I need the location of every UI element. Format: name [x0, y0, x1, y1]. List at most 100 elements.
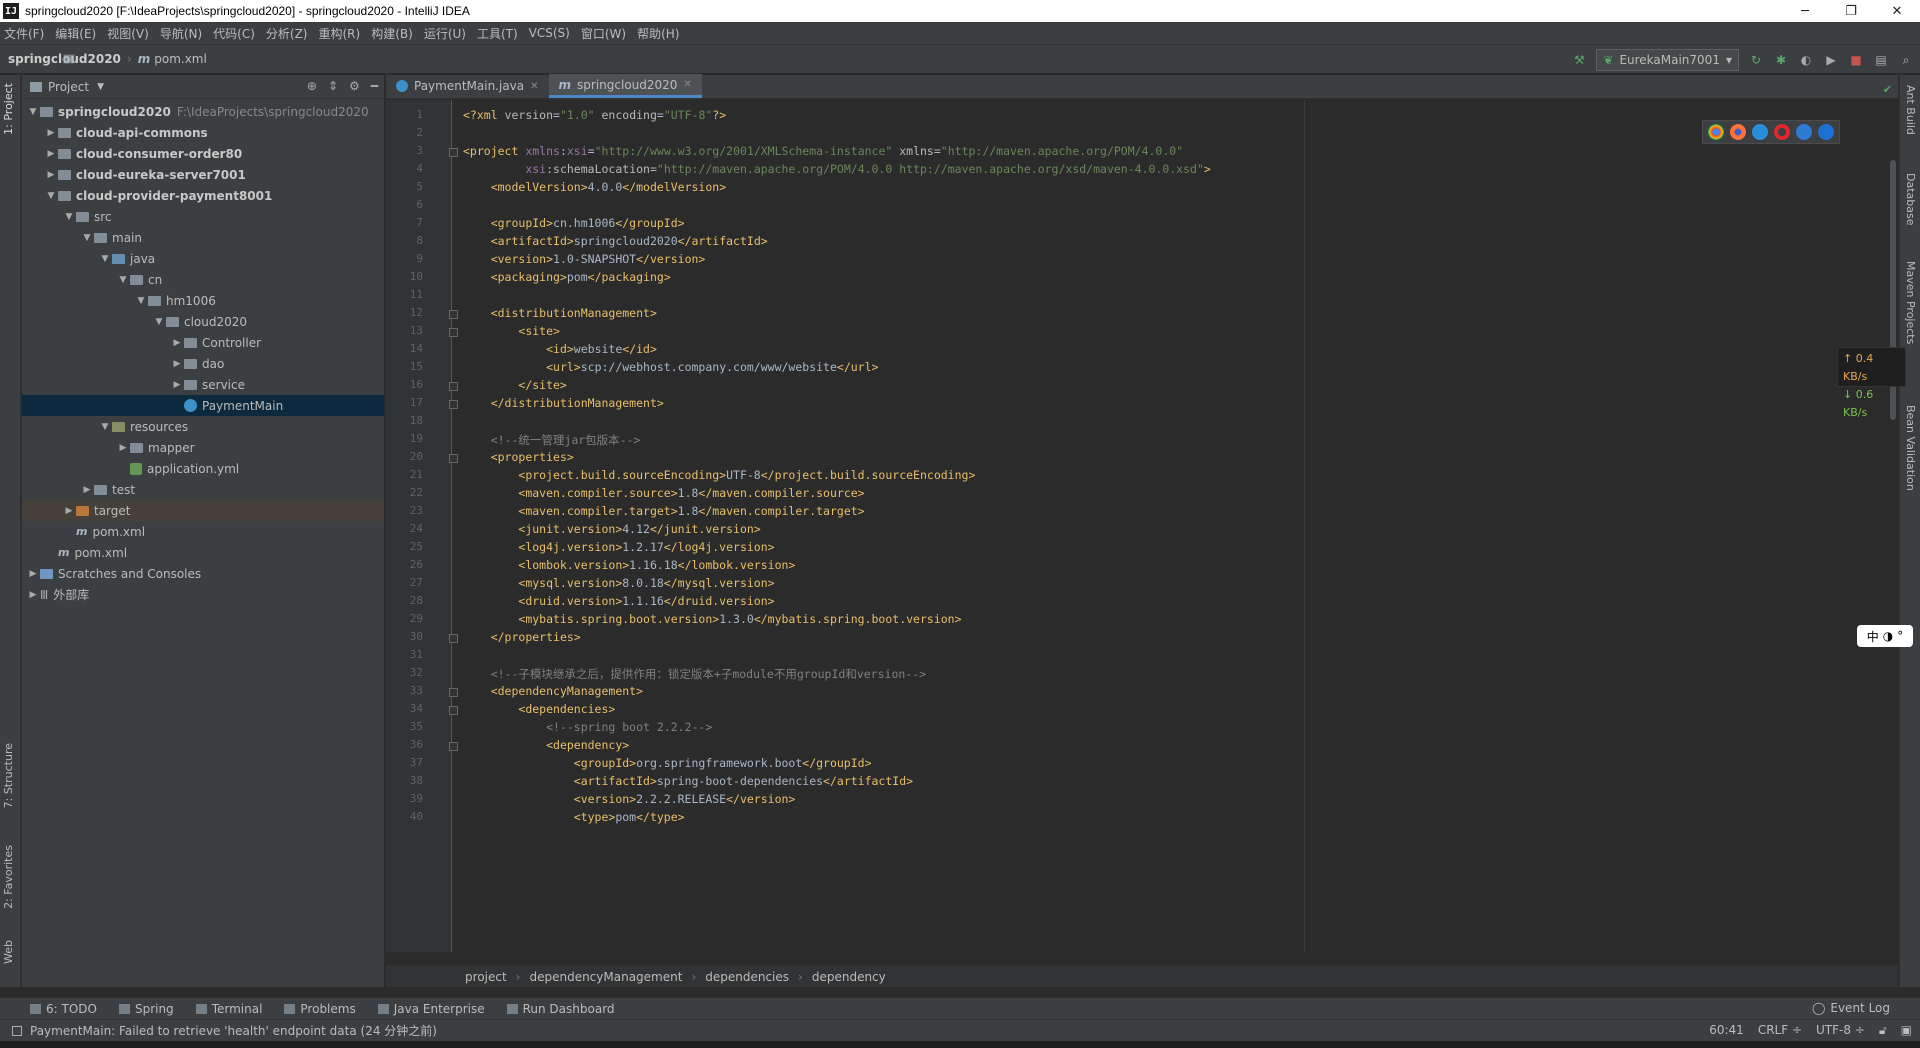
collapsed-arrow-icon[interactable]: ▶ — [170, 380, 184, 390]
project-structure-icon[interactable]: ▤ — [1873, 52, 1889, 68]
tool-window-button[interactable]: Problems — [284, 1002, 356, 1016]
tab-favorites[interactable]: 2: Favorites — [2, 845, 15, 909]
fold-marker-icon[interactable] — [449, 400, 458, 409]
menu-item[interactable]: 工具(T) — [477, 25, 518, 42]
close-icon[interactable]: ✕ — [1874, 0, 1920, 22]
editor-tab[interactable]: m springcloud2020 ✕ — [548, 74, 702, 98]
hide-icon[interactable]: ━ — [371, 79, 378, 93]
breadcrumb-item[interactable]: dependencies — [705, 970, 789, 984]
code-view[interactable]: <?xml version="1.0" encoding="UTF-8"?> <p… — [463, 100, 1863, 952]
tree-item[interactable]: ▶ cloud-consumer-order80 — [22, 143, 384, 164]
collapsed-arrow-icon[interactable]: ▶ — [80, 485, 94, 495]
menu-item[interactable]: 文件(F) — [4, 25, 44, 42]
tab-maven-projects[interactable]: Maven Projects — [1904, 261, 1917, 344]
tree-item[interactable]: ▶ Scratches and Consoles — [22, 563, 384, 584]
stop-icon[interactable]: ■ — [1848, 52, 1864, 68]
collapsed-arrow-icon[interactable]: ▶ — [44, 128, 58, 138]
file-encoding[interactable]: UTF-8 ÷ — [1816, 1023, 1865, 1038]
breadcrumb-item[interactable]: project — [465, 970, 507, 984]
collapsed-arrow-icon[interactable]: ▶ — [116, 443, 130, 453]
collapsed-arrow-icon[interactable]: ▶ — [44, 149, 58, 159]
tree-item[interactable]: ▼ resources — [22, 416, 384, 437]
caret-position[interactable]: 60:41 — [1709, 1023, 1744, 1038]
editor-tab[interactable]: PaymentMain.java ✕ — [386, 74, 549, 98]
run-coverage-icon[interactable]: ◐ — [1798, 52, 1814, 68]
collapsed-arrow-icon[interactable]: ▶ — [26, 569, 40, 579]
ie-icon[interactable] — [1796, 124, 1812, 140]
close-tab-icon[interactable]: ✕ — [683, 79, 691, 90]
close-tab-icon[interactable]: ✕ — [530, 81, 538, 92]
project-panel-title[interactable]: Project — [48, 80, 89, 94]
fold-marker-icon[interactable] — [449, 742, 458, 751]
tree-item[interactable]: ▶ mapper — [22, 437, 384, 458]
rerun-icon[interactable]: ↻ — [1748, 52, 1764, 68]
nav-file[interactable]: pom.xml — [154, 52, 207, 66]
tab-project[interactable]: 1: Project — [2, 83, 15, 135]
tree-item[interactable]: ▼ java — [22, 248, 384, 269]
opera-icon[interactable] — [1774, 124, 1790, 140]
minimize-icon[interactable]: ─ — [1782, 0, 1828, 22]
tree-item[interactable]: m pom.xml — [22, 521, 384, 542]
locate-icon[interactable]: ⊕ — [307, 79, 317, 93]
menu-item[interactable]: 导航(N) — [160, 25, 202, 42]
menu-item[interactable]: 运行(U) — [424, 25, 466, 42]
fold-marker-icon[interactable] — [449, 454, 458, 463]
collapse-all-icon[interactable]: ⇕ — [328, 79, 338, 93]
tree-item[interactable]: ▼ main — [22, 227, 384, 248]
tree-item[interactable]: ▶ dao — [22, 353, 384, 374]
menu-item[interactable]: 代码(C) — [213, 25, 255, 42]
tab-web[interactable]: Web — [2, 940, 15, 964]
expanded-arrow-icon[interactable]: ▼ — [152, 317, 166, 327]
safari-icon[interactable] — [1752, 124, 1768, 140]
fold-marker-icon[interactable] — [449, 706, 458, 715]
tree-item[interactable]: ▶ Ⅲ 外部库 — [22, 584, 384, 605]
tab-ant-build[interactable]: Ant Build — [1904, 85, 1917, 135]
fold-marker-icon[interactable] — [449, 310, 458, 319]
tree-item[interactable]: ▶ cloud-api-commons — [22, 122, 384, 143]
collapsed-arrow-icon[interactable]: ▶ — [44, 170, 58, 180]
search-icon[interactable]: ⌕ — [1898, 52, 1914, 68]
status-message[interactable]: PaymentMain: Failed to retrieve 'health'… — [30, 1022, 437, 1039]
expanded-arrow-icon[interactable]: ▼ — [80, 233, 94, 243]
expanded-arrow-icon[interactable]: ▼ — [62, 212, 76, 222]
tree-item[interactable]: ▶ cloud-eureka-server7001 — [22, 164, 384, 185]
menu-item[interactable]: VCS(S) — [529, 26, 570, 40]
fold-marker-icon[interactable] — [449, 382, 458, 391]
expanded-arrow-icon[interactable]: ▼ — [98, 254, 112, 264]
line-separator[interactable]: CRLF ÷ — [1758, 1023, 1802, 1038]
tree-item[interactable]: PaymentMain — [22, 395, 384, 416]
menu-item[interactable]: 视图(V) — [107, 25, 149, 42]
menu-item[interactable]: 构建(B) — [371, 25, 413, 42]
collapsed-arrow-icon[interactable]: ▶ — [62, 506, 76, 516]
lock-icon[interactable]: 🔓︎ — [1879, 1023, 1887, 1038]
tool-window-button[interactable]: 6: TODO — [30, 1002, 97, 1016]
tree-item[interactable]: ▼ cloud2020 — [22, 311, 384, 332]
tool-window-button[interactable]: Terminal — [195, 1002, 262, 1016]
menu-item[interactable]: 帮助(H) — [637, 25, 679, 42]
menu-item[interactable]: 重构(R) — [319, 25, 361, 42]
edge-icon[interactable] — [1818, 124, 1834, 140]
breadcrumb-item[interactable]: dependency — [812, 970, 886, 984]
collapsed-arrow-icon[interactable]: ▶ — [170, 338, 184, 348]
menu-item[interactable]: 编辑(E) — [55, 25, 96, 42]
tree-item[interactable]: m pom.xml — [22, 542, 384, 563]
tree-item[interactable]: ▼ src — [22, 206, 384, 227]
firefox-icon[interactable] — [1730, 124, 1746, 140]
expanded-arrow-icon[interactable]: ▼ — [44, 191, 58, 201]
tab-database[interactable]: Database — [1904, 173, 1917, 226]
tree-item[interactable]: ▼ springcloud2020 F:\IdeaProjects\springcl… — [22, 101, 384, 122]
event-log-button[interactable]: ◯ Event Log — [1812, 1001, 1890, 1015]
fold-marker-icon[interactable] — [449, 634, 458, 643]
profile-icon[interactable]: ▶ — [1823, 52, 1839, 68]
expanded-arrow-icon[interactable]: ▼ — [134, 296, 148, 306]
tree-item[interactable]: ▶ target — [22, 500, 384, 521]
build-hammer-icon[interactable]: ⚒ — [1571, 52, 1587, 68]
tree-item[interactable]: ▶ test — [22, 479, 384, 500]
tool-window-button[interactable]: Java Enterprise — [377, 1002, 485, 1016]
ime-indicator[interactable]: 中 ◑ ° — [1857, 625, 1913, 647]
restore-icon[interactable]: ❐ — [1828, 0, 1874, 22]
gear-icon[interactable]: ⚙ — [349, 79, 360, 93]
tab-bean-validation[interactable]: Bean Validation — [1904, 405, 1917, 491]
status-toggle-icon[interactable] — [12, 1025, 22, 1036]
tool-window-button[interactable]: Run Dashboard — [506, 1002, 615, 1016]
